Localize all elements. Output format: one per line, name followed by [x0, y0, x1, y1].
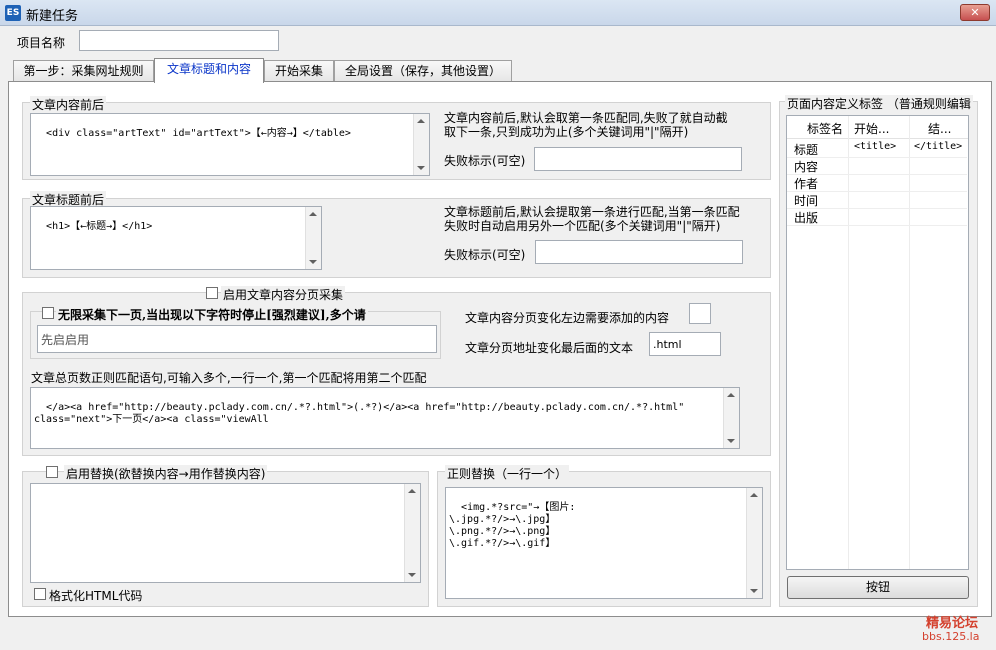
title-hint: 文章标题前后,默认会提取第一条进行匹配,当第一条匹配失败时自动启用另外一个匹配(…: [444, 205, 740, 233]
title-rule-scrollbar[interactable]: [305, 207, 321, 269]
content-rule-textarea[interactable]: <div class="artText" id="artText">【←内容→】…: [30, 113, 430, 176]
enable-paging-checkbox[interactable]: [206, 287, 218, 299]
project-name-label: 项目名称: [17, 36, 66, 50]
suffix-label: 文章分页地址变化最后面的文本: [465, 341, 634, 355]
enable-replace-checkbox[interactable]: [46, 466, 58, 478]
header-end[interactable]: 结...: [928, 120, 951, 137]
watermark-logo: 精易论坛: [926, 616, 979, 631]
title-rule-textarea[interactable]: <h1>【←标题→】</h1>: [30, 206, 322, 270]
infinite-paging-label: 无限采集下一页,当出现以下字符时停止[强烈建议],多个请: [56, 306, 368, 323]
tab-title-content[interactable]: 文章标题和内容: [154, 58, 264, 83]
tag-row[interactable]: 标题 <title> </title>: [787, 140, 967, 158]
regex-label: 文章总页数正则匹配语句,可输入多个,一行一个,第一个匹配将用第二个匹配: [31, 371, 427, 385]
header-start[interactable]: 开始...: [854, 120, 889, 137]
tag-start: <title>: [854, 141, 897, 152]
format-html-checkbox[interactable]: [34, 588, 46, 600]
page-count-regex-scrollbar[interactable]: [723, 388, 739, 448]
tab-url-rules[interactable]: 第一步：采集网址规则: [13, 60, 154, 81]
tag-row[interactable]: 出版: [787, 208, 967, 226]
tags-action-button[interactable]: 按钮: [787, 576, 969, 599]
content-rule-text: <div class="artText" id="artText">【←内容→】…: [46, 128, 351, 139]
tag-name: 时间: [794, 194, 819, 208]
app-icon: ES: [5, 5, 21, 21]
window-title: 新建任务: [26, 9, 79, 24]
title-bar: [0, 0, 996, 26]
tags-table: 标签名 开始... 结... 标题 <title> </title> 内容 作者…: [786, 115, 969, 570]
content-section-title: 文章内容前后: [30, 96, 107, 113]
tag-row[interactable]: 作者: [787, 174, 967, 192]
title-fail-input[interactable]: [535, 240, 743, 264]
format-html-label: 格式化HTML代码: [49, 589, 143, 603]
infinite-paging-checkbox[interactable]: [42, 307, 54, 319]
regex-replace-title: 正则替换（一行一个）: [445, 465, 570, 482]
stop-chars-input[interactable]: [37, 325, 437, 353]
content-rule-scrollbar[interactable]: [413, 114, 429, 175]
tags-panel-title: 页面内容定义标签 （普通规则编辑: [785, 95, 973, 112]
tags-table-header: 标签名 开始... 结...: [787, 116, 968, 139]
title-rule-text: <h1>【←标题→】</h1>: [46, 221, 153, 232]
replace-scrollbar[interactable]: [404, 484, 420, 582]
suffix-input[interactable]: [649, 332, 721, 356]
watermark-url: bbs.125.la: [922, 630, 980, 643]
replace-textarea[interactable]: [30, 483, 421, 583]
close-button[interactable]: ✕: [960, 4, 990, 21]
content-hint: 文章内容前后,默认会取第一条匹配同,失败了就自动截取下一条,只到成功为止(多个关…: [444, 111, 728, 139]
title-fail-label: 失败标示(可空): [444, 248, 526, 262]
tag-name: 内容: [794, 160, 819, 174]
header-tag-name[interactable]: 标签名: [807, 120, 843, 137]
tag-name: 标题: [794, 143, 819, 157]
page-count-regex-textarea[interactable]: </a><a href="http://beauty.pclady.com.cn…: [30, 387, 740, 449]
enable-replace-label: 启用替换(欲替换内容→用作替换内容): [64, 465, 268, 482]
tag-row[interactable]: 内容: [787, 157, 967, 175]
regex-replace-text: <img.*?src="→【图片: \.jpg.*?/>→\.jpg】 \.pn…: [449, 502, 576, 549]
left-add-input[interactable]: [689, 303, 711, 324]
regex-replace-scrollbar[interactable]: [746, 488, 762, 598]
content-fail-label: 失败标示(可空): [444, 154, 526, 168]
tag-row[interactable]: 时间: [787, 191, 967, 209]
tab-start-collect[interactable]: 开始采集: [264, 60, 334, 81]
tag-name: 作者: [794, 177, 819, 191]
tag-name: 出版: [794, 211, 819, 225]
left-add-label: 文章内容分页变化左边需要添加的内容: [465, 311, 670, 325]
project-name-input[interactable]: [79, 30, 279, 51]
page-count-regex-text: </a><a href="http://beauty.pclady.com.cn…: [34, 402, 691, 425]
regex-replace-textarea[interactable]: <img.*?src="→【图片: \.jpg.*?/>→\.jpg】 \.pn…: [445, 487, 763, 599]
enable-paging-label: 启用文章内容分页采集: [221, 286, 346, 303]
content-fail-input[interactable]: [534, 147, 742, 171]
tag-end: </title>: [914, 141, 963, 152]
tab-global-settings[interactable]: 全局设置（保存，其他设置）: [334, 60, 512, 81]
